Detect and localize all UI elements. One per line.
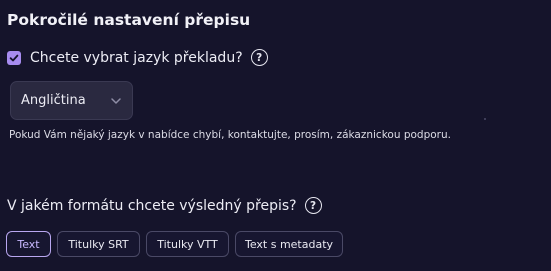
advanced-transcription-settings-panel: Pokročilé nastavení přepisu Chcete vybra… [0, 0, 551, 271]
translation-help-icon[interactable]: ? [250, 49, 268, 66]
missing-language-info: Pokud Vám nějaký jazyk v nabídce chybí, … [9, 129, 451, 141]
chevron-down-icon [111, 97, 121, 104]
translation-question-label: Chcete vybrat jazyk překladu? [30, 49, 243, 66]
format-option-text-metadata[interactable]: Text s metadaty [235, 231, 343, 257]
language-select-value: Angličtina [21, 93, 86, 108]
format-option-text[interactable]: Text [6, 231, 51, 257]
format-question-label: V jakém formátu chcete výsledný přepis? [7, 197, 297, 214]
format-option-vtt[interactable]: Titulky VTT [146, 231, 229, 257]
translation-checkbox[interactable] [7, 50, 21, 65]
format-help-icon[interactable]: ? [304, 197, 322, 214]
output-format-row: V jakém formátu chcete výsledný přepis? … [7, 197, 322, 214]
translation-language-row: Chcete vybrat jazyk překladu? ? [7, 49, 268, 66]
panel-title: Pokročilé nastavení přepisu [7, 11, 251, 29]
language-select[interactable]: Angličtina [10, 81, 133, 120]
format-option-srt[interactable]: Titulky SRT [57, 231, 140, 257]
checkmark-icon [9, 54, 19, 61]
decorative-dot [484, 118, 486, 120]
format-options: Text Titulky SRT Titulky VTT Text s meta… [6, 231, 343, 257]
